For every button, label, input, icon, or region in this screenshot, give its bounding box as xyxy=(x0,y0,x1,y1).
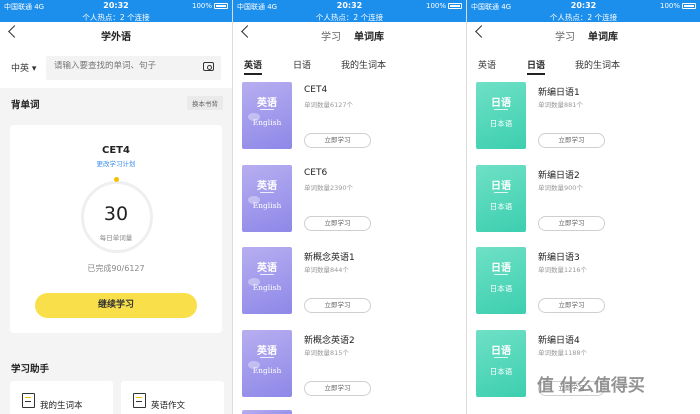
phone-word-library-japanese: 中国联通 4G 20:32 100% 个人热点：2 个连接 学习 单词库 英语 … xyxy=(467,0,700,414)
nav-tab-learn[interactable]: 学习 xyxy=(321,28,341,43)
book-title: 新编日语4 xyxy=(538,336,580,346)
nav-bar: 学习 单词库 xyxy=(233,22,466,48)
book-title: 新概念英语2 xyxy=(304,336,355,346)
book-item[interactable]: 日语 日本语 新编日语2 单词数量900个 立即学习 xyxy=(467,165,700,247)
completed-progress: 已完成90/6127 xyxy=(87,264,145,273)
book-cover: 日语 日本语 xyxy=(476,247,526,314)
book-item[interactable]: 日语 日本语 新编日语3 单词数量1216个 立即学习 xyxy=(467,247,700,329)
book-cover: 日语 日本语 xyxy=(476,330,526,397)
section-title-vocab: 背单词 xyxy=(11,100,40,111)
learn-now-button[interactable]: 立即学习 xyxy=(304,133,371,148)
tab-my-vocab[interactable]: 我的生词本 xyxy=(341,58,386,71)
battery-indicator: 100% xyxy=(660,2,696,10)
tab-english[interactable]: 英语 xyxy=(244,58,262,71)
learn-now-button[interactable]: 立即学习 xyxy=(538,298,605,313)
phone-word-library-english: 中国联通 4G 20:32 100% 个人热点：2 个连接 学习 单词库 英语 … xyxy=(233,0,466,414)
status-bar: 中国联通 4G 20:32 100% 个人热点：2 个连接 xyxy=(233,0,466,22)
language-tabs: 英语 日语 我的生词本 xyxy=(233,52,466,78)
book-word-count: 单词数量2390个 xyxy=(304,184,354,192)
daily-word-label: 每日单词量 xyxy=(99,234,133,242)
tool-vocab-notebook[interactable]: 我的生词本 xyxy=(10,381,113,414)
screenshot-collage: 中国联通 4G 20:32 100% 个人热点：2 个连接 学外语 中英 ▾ 背… xyxy=(0,0,700,414)
book-title: 新编日语3 xyxy=(538,253,580,263)
watermark-logo: 值 什么值得买 xyxy=(537,376,645,396)
book-title: 新概念英语1 xyxy=(304,253,355,263)
active-tab-indicator xyxy=(244,73,262,75)
learn-now-button[interactable]: 立即学习 xyxy=(304,381,371,396)
tool-label: 我的生词本 xyxy=(40,401,83,411)
page-title: 学外语 xyxy=(101,32,131,43)
book-title: CET6 xyxy=(304,168,328,178)
nav-bar: 学外语 xyxy=(0,22,232,48)
tab-english[interactable]: 英语 xyxy=(478,58,496,71)
battery-icon xyxy=(448,3,462,9)
book-item[interactable]: 英语 English 新概念英语2 单词数量815个 立即学习 xyxy=(233,330,466,412)
book-word-count: 单词数量881个 xyxy=(538,101,583,109)
battery-icon xyxy=(214,3,228,9)
camera-icon[interactable] xyxy=(203,62,214,71)
change-plan-link[interactable]: 更改学习计划 xyxy=(10,158,222,168)
book-item[interactable]: 英语 English CET4 单词数量6127个 立即学习 xyxy=(233,82,466,164)
active-tab-indicator xyxy=(527,73,545,75)
book-cover: 日语 日本语 xyxy=(476,165,526,232)
vocab-progress-card: CET4 更改学习计划 30 每日单词量 已完成90/6127 继续学习 xyxy=(10,125,222,333)
battery-indicator: 100% xyxy=(192,2,228,10)
back-chevron-icon[interactable] xyxy=(241,25,254,38)
daily-word-count: 30 xyxy=(103,203,129,225)
search-row: 中英 ▾ xyxy=(0,48,232,88)
notebook-icon xyxy=(22,393,35,408)
book-cover: 英语 English xyxy=(242,82,292,149)
learn-now-button[interactable]: 立即学习 xyxy=(538,133,605,148)
book-word-count: 单词数量815个 xyxy=(304,349,349,357)
back-chevron-icon[interactable] xyxy=(475,25,488,38)
continue-learning-button[interactable]: 继续学习 xyxy=(35,293,197,318)
book-word-count: 单词数量1216个 xyxy=(538,266,588,274)
book-item[interactable]: 英语 English CET6 单词数量2390个 立即学习 xyxy=(233,165,466,247)
nav-tab-library[interactable]: 单词库 xyxy=(354,28,384,43)
change-book-button[interactable]: 换本书背 xyxy=(187,96,223,110)
battery-indicator: 100% xyxy=(426,2,462,10)
battery-icon xyxy=(682,3,696,9)
nav-tab-library[interactable]: 单词库 xyxy=(588,28,618,43)
phone-learn-language: 中国联通 4G 20:32 100% 个人热点：2 个连接 学外语 中英 ▾ 背… xyxy=(0,0,232,414)
tool-english-essay[interactable]: 英语作文 xyxy=(121,381,224,414)
book-item[interactable]: 英语 English 新概念英语1 单词数量844个 立即学习 xyxy=(233,247,466,329)
nav-bar: 学习 单词库 xyxy=(467,22,700,48)
book-cover: 英语 English xyxy=(242,330,292,397)
learn-now-button[interactable]: 立即学习 xyxy=(304,216,371,231)
progress-ring-dot xyxy=(114,177,119,182)
book-cover: 英语 English xyxy=(242,247,292,314)
book-title: 新编日语1 xyxy=(538,88,580,98)
search-box[interactable] xyxy=(46,56,221,80)
learn-now-button[interactable]: 立即学习 xyxy=(538,216,605,231)
search-input[interactable] xyxy=(54,61,194,71)
book-title: 新编日语2 xyxy=(538,171,580,181)
essay-icon xyxy=(133,393,146,408)
language-tabs: 英语 日语 我的生词本 xyxy=(467,52,700,78)
status-bar: 中国联通 4G 20:32 100% 个人热点：2 个连接 xyxy=(0,0,232,22)
current-book-name: CET4 xyxy=(102,145,130,156)
book-cover: 英语 English xyxy=(242,165,292,232)
book-title: CET4 xyxy=(304,85,328,95)
book-cover-partial xyxy=(242,410,292,414)
book-word-count: 单词数量1188个 xyxy=(538,349,588,357)
book-word-count: 单词数量900个 xyxy=(538,184,583,192)
tool-label: 英语作文 xyxy=(151,401,186,411)
tab-japanese[interactable]: 日语 xyxy=(527,58,545,71)
tab-japanese[interactable]: 日语 xyxy=(293,58,311,71)
book-word-count: 单词数量844个 xyxy=(304,266,349,274)
nav-tab-learn[interactable]: 学习 xyxy=(555,28,575,43)
book-word-count: 单词数量6127个 xyxy=(304,101,354,109)
status-bar: 中国联通 4G 20:32 100% 个人热点：2 个连接 xyxy=(467,0,700,22)
book-item[interactable]: 日语 日本语 新编日语1 单词数量881个 立即学习 xyxy=(467,82,700,164)
book-cover: 日语 日本语 xyxy=(476,82,526,149)
section-title-helper: 学习助手 xyxy=(11,364,50,375)
language-pair-dropdown[interactable]: 中英 ▾ xyxy=(11,61,36,74)
tab-my-vocab[interactable]: 我的生词本 xyxy=(575,58,620,71)
learn-now-button[interactable]: 立即学习 xyxy=(304,298,371,313)
